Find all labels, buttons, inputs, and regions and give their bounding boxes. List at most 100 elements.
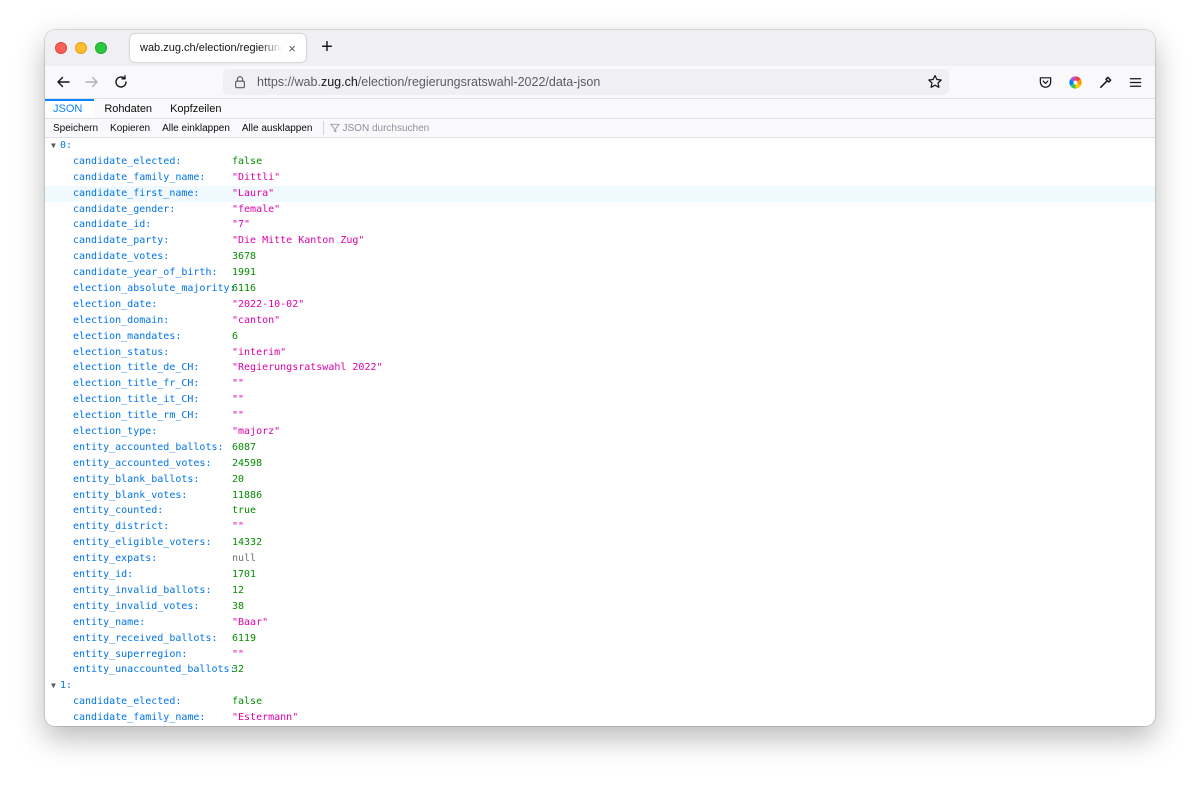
json-value: "female" [232,203,281,215]
pocket-icon [1039,76,1051,88]
json-key: election_mandates: [73,330,182,342]
json-group-1[interactable]: ▼ 1: [45,678,1155,694]
json-row[interactable]: entity_superregion: "" [45,647,1155,663]
json-row[interactable]: candidate_id: "7" [45,217,1155,233]
json-tree: ▼ 0: candidate_elected: false candidate_fa… [45,138,1155,726]
forward-button[interactable] [80,70,104,94]
json-value: "canton" [232,314,281,326]
json-key: entity_name: [73,616,146,628]
json-row[interactable]: candidate_year_of_birth: 1991 [45,265,1155,281]
json-row[interactable]: candidate_first_name: "Laura" [45,185,1155,202]
json-row[interactable]: election_title_it_CH: "" [45,392,1155,408]
color-picker-extension-button[interactable] [1063,70,1087,94]
json-row[interactable]: entity_unaccounted_ballots: 32 [45,662,1155,678]
json-row[interactable]: candidate_votes: 3678 [45,249,1155,265]
json-row[interactable]: entity_expats: null [45,551,1155,567]
json-row[interactable]: entity_accounted_ballots: 6087 [45,440,1155,456]
json-key: candidate_family_name: [73,171,206,183]
json-row[interactable]: entity_invalid_ballots: 12 [45,583,1155,599]
json-key: candidate_party: [73,235,170,247]
window-close-button[interactable] [55,42,67,54]
tab-strip: wab.zug.ch/election/regierungsratswahl-2… [45,30,1155,66]
json-row[interactable]: election_type: "majorz" [45,424,1155,440]
json-key: candidate_gender: [73,203,176,215]
json-row[interactable]: election_absolute_majority: 6116 [45,281,1155,297]
json-row[interactable]: candidate_party: "Die Mitte Kanton Zug" [45,233,1155,249]
json-row[interactable]: entity_blank_votes: 11886 [45,488,1155,504]
reload-button[interactable] [109,70,133,94]
json-value: 20 [232,473,245,485]
json-key: election_absolute_majority: [73,283,236,295]
eyedropper-icon [1099,76,1111,88]
json-key: entity_accounted_votes: [73,457,212,469]
collapse-all-button[interactable]: Alle einklappen [158,123,234,134]
json-row[interactable]: entity_counted: true [45,503,1155,519]
browser-tab[interactable]: wab.zug.ch/election/regierungsratswahl-2… [130,34,306,62]
expanded-twisty-icon[interactable]: ▼ [51,138,56,154]
json-key: election_status: [73,346,170,358]
toolbar-divider [322,121,324,135]
close-tab-icon[interactable]: × [288,41,296,56]
json-row[interactable]: election_title_fr_CH: "" [45,376,1155,392]
new-tab-button[interactable]: + [317,36,337,58]
save-button[interactable]: Speichern [49,123,102,134]
group-key: 0: [60,140,73,151]
json-value: "" [232,521,245,533]
json-row[interactable]: election_title_de_CH: "Regierungsratswahl… [45,360,1155,376]
back-button[interactable] [51,70,75,94]
json-row[interactable]: election_domain: "canton" [45,313,1155,329]
json-value: 1991 [232,267,257,279]
json-row[interactable]: election_status: "interim" [45,345,1155,361]
json-value: null [232,553,257,565]
json-value: false [232,155,263,167]
json-value: 12 [232,584,245,596]
tab-headers[interactable]: Kopfzeilen [162,99,229,118]
json-row[interactable]: election_date: "2022-10-02" [45,297,1155,313]
json-row[interactable]: entity_invalid_votes: 38 [45,599,1155,615]
json-group-0[interactable]: ▼ 0: [45,138,1155,154]
json-row[interactable]: entity_eligible_voters: 14332 [45,535,1155,551]
json-row[interactable]: entity_district: "" [45,519,1155,535]
json-row[interactable]: election_title_rm_CH: "" [45,408,1155,424]
json-row[interactable]: candidate_elected: false [45,694,1155,710]
tab-json[interactable]: JSON [45,99,95,118]
json-row[interactable]: entity_accounted_votes: 24598 [45,456,1155,472]
json-key: entity_invalid_votes: [73,600,200,612]
json-row[interactable]: entity_name: "Baar" [45,615,1155,631]
json-row[interactable]: candidate_gender: "female" [45,202,1155,218]
reload-icon [115,75,127,88]
json-value: "Laura" [232,187,275,199]
json-row[interactable]: candidate_elected: false [45,154,1155,170]
json-value: 6087 [232,441,257,453]
json-value: 6119 [232,632,257,644]
lock-icon[interactable] [233,75,247,89]
pocket-button[interactable] [1033,70,1057,94]
json-key: entity_district: [73,521,170,533]
json-row[interactable]: entity_id: 1701 [45,567,1155,583]
expand-all-button[interactable]: Alle ausklappen [238,123,317,134]
json-value: "majorz" [232,426,281,438]
json-value: 6 [232,330,239,342]
json-row[interactable]: candidate_family_name: "Dittli" [45,170,1155,186]
json-row[interactable]: entity_blank_ballots: 20 [45,472,1155,488]
expanded-twisty-icon[interactable]: ▼ [51,678,56,694]
menu-button[interactable] [1123,70,1147,94]
url-bar[interactable]: https://wab.zug.ch/election/regierungsra… [223,69,949,95]
tab-raw-data[interactable]: Rohdaten [96,99,160,118]
eyedropper-button[interactable] [1093,70,1117,94]
bookmark-star-icon[interactable] [927,74,943,90]
window-maximize-button[interactable] [95,42,107,54]
window-minimize-button[interactable] [75,42,87,54]
json-row[interactable]: candidate_family_name: "Estermann" [45,710,1155,726]
json-value: 1701 [232,569,257,581]
copy-button[interactable]: Kopieren [106,123,154,134]
json-key: election_type: [73,426,158,438]
json-value: "" [232,378,245,390]
json-row[interactable]: entity_received_ballots: 6119 [45,631,1155,647]
forward-arrow-icon [85,76,98,88]
url-text[interactable]: https://wab.zug.ch/election/regierungsra… [257,75,600,89]
json-key: candidate_votes: [73,251,170,263]
json-row[interactable]: election_mandates: 6 [45,329,1155,345]
browser-window: wab.zug.ch/election/regierungsratswahl-2… [45,30,1155,726]
json-filter-input[interactable]: JSON durchsuchen [329,123,429,134]
